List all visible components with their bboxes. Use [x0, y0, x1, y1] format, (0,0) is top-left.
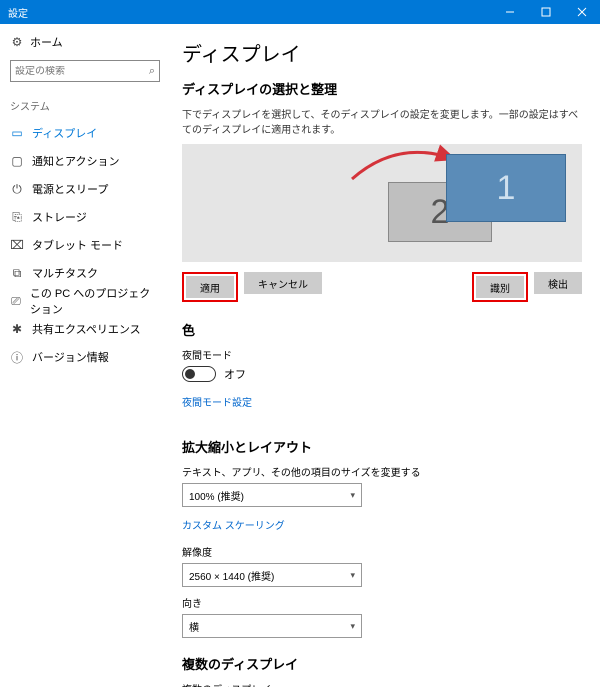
cancel-button[interactable]: キャンセル — [244, 272, 322, 294]
orientation-select[interactable]: 横▾ — [182, 614, 362, 638]
share-icon: ✱ — [10, 322, 24, 336]
sidebar-item-projection[interactable]: ⎚この PC へのプロジェクション — [10, 287, 160, 315]
tablet-icon: ⌧ — [10, 238, 24, 252]
resolution-label: 解像度 — [182, 544, 582, 559]
maximize-button[interactable] — [528, 0, 564, 24]
search-field[interactable] — [15, 66, 149, 77]
night-mode-label: 夜間モード — [182, 347, 582, 362]
identify-button[interactable]: 識別 — [476, 276, 524, 298]
home-label: ホーム — [30, 34, 63, 50]
highlight-apply: 適用 — [182, 272, 238, 302]
power-icon: ⏻ — [10, 182, 24, 197]
display-1[interactable]: 1 — [446, 154, 566, 222]
category-label: システム — [10, 98, 160, 113]
home-button[interactable]: ⚙ ホーム — [10, 34, 160, 50]
sidebar-item-about[interactable]: ⓘバージョン情報 — [10, 343, 160, 371]
scale-heading: 拡大縮小とレイアウト — [182, 437, 582, 456]
arrange-desc: 下でディスプレイを選択して、そのディスプレイの設定を変更します。一部の設定はすべ… — [182, 106, 582, 136]
notify-icon: ▢ — [10, 154, 24, 168]
display-icon: ▭ — [10, 126, 24, 140]
detect-button[interactable]: 検出 — [534, 272, 582, 294]
search-input[interactable]: ⌕ — [10, 60, 160, 82]
arrange-buttons: 適用 キャンセル 識別 検出 — [182, 272, 582, 302]
resolution-select[interactable]: 2560 × 1440 (推奨)▾ — [182, 563, 362, 587]
multi-label: 複数のディスプレイ — [182, 681, 582, 687]
sidebar: ⚙ ホーム ⌕ システム ▭ディスプレイ ▢通知とアクション ⏻電源とスリープ … — [0, 24, 170, 687]
scale-select[interactable]: 100% (推奨)▾ — [182, 483, 362, 507]
window-buttons — [492, 0, 600, 24]
sidebar-item-tablet[interactable]: ⌧タブレット モード — [10, 231, 160, 259]
highlight-identify: 識別 — [472, 272, 528, 302]
sidebar-item-power[interactable]: ⏻電源とスリープ — [10, 175, 160, 203]
night-mode-state: オフ — [224, 366, 246, 382]
display-arrangement[interactable]: 2 1 — [182, 144, 582, 262]
orientation-label: 向き — [182, 595, 582, 610]
sidebar-item-notifications[interactable]: ▢通知とアクション — [10, 147, 160, 175]
chevron-down-icon: ▾ — [350, 570, 355, 581]
multi-heading: 複数のディスプレイ — [182, 654, 582, 673]
content: ディスプレイ ディスプレイの選択と整理 下でディスプレイを選択して、そのディスプ… — [170, 24, 600, 687]
page-title: ディスプレイ — [182, 38, 582, 67]
arrange-heading: ディスプレイの選択と整理 — [182, 79, 582, 98]
scale-label: テキスト、アプリ、その他の項目のサイズを変更する — [182, 464, 582, 479]
sidebar-item-storage[interactable]: ⎘ストレージ — [10, 203, 160, 231]
titlebar: 設定 — [0, 0, 600, 24]
chevron-down-icon: ▾ — [350, 621, 355, 632]
close-button[interactable] — [564, 0, 600, 24]
apply-button[interactable]: 適用 — [186, 276, 234, 298]
project-icon: ⎚ — [10, 294, 22, 309]
storage-icon: ⎘ — [10, 210, 24, 225]
night-mode-settings-link[interactable]: 夜間モード設定 — [182, 394, 252, 409]
search-icon: ⌕ — [149, 65, 155, 78]
info-icon: ⓘ — [10, 349, 24, 366]
color-heading: 色 — [182, 320, 582, 339]
sidebar-item-multitask[interactable]: ⧉マルチタスク — [10, 259, 160, 287]
chevron-down-icon: ▾ — [350, 490, 355, 501]
window-title: 設定 — [8, 5, 28, 20]
night-mode-toggle[interactable] — [182, 366, 216, 382]
gear-icon: ⚙ — [10, 35, 24, 49]
sidebar-item-shared[interactable]: ✱共有エクスペリエンス — [10, 315, 160, 343]
minimize-button[interactable] — [492, 0, 528, 24]
multitask-icon: ⧉ — [10, 266, 24, 281]
sidebar-item-display[interactable]: ▭ディスプレイ — [10, 119, 160, 147]
custom-scaling-link[interactable]: カスタム スケーリング — [182, 517, 285, 532]
